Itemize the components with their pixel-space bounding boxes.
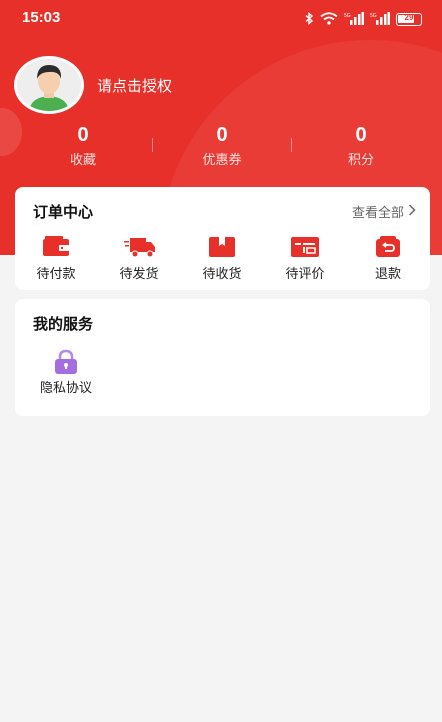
order-label: 待发货 [119,267,159,282]
avatar[interactable] [14,56,84,114]
battery-icon: 29 [396,13,422,26]
order-label: 待付款 [36,267,76,282]
stat-value: 0 [216,124,228,146]
services-card: 我的服务 隐私协议 [15,299,430,416]
stat-label: 收藏 [69,153,96,168]
svg-text:5G: 5G [370,13,377,19]
order-label: 退款 [374,267,401,282]
service-privacy-agreement[interactable]: 隐私协议 [33,349,99,396]
order-refund[interactable]: 退款 [355,235,421,282]
orders-card: 订单中心 查看全部 待付款 待发货 待收货 待评价 退款 [15,187,430,290]
review-icon [290,235,320,259]
stat-label: 积分 [347,153,374,168]
service-label: 隐私协议 [39,381,92,396]
stat-points[interactable]: 0 积分 [291,123,431,168]
stat-coupons[interactable]: 0 优惠券 [152,123,292,168]
divider [291,138,292,152]
order-pending-payment[interactable]: 待付款 [23,235,89,282]
order-pending-receipt[interactable]: 待收货 [189,235,255,282]
signal-icon: 5G [344,10,364,29]
view-all-label: 查看全部 [351,206,404,221]
battery-percent: 29 [404,13,414,22]
stat-value: 0 [355,124,367,146]
box-icon [207,235,237,259]
refund-icon [373,235,403,259]
view-all-orders-link[interactable]: 查看全部 [352,202,416,221]
username[interactable]: 请点击授权 [97,75,172,96]
wifi-icon [320,10,338,29]
order-pending-review[interactable]: 待评价 [272,235,338,282]
stat-value: 0 [77,124,89,146]
svg-text:5G: 5G [344,13,351,19]
truck-icon [124,235,155,259]
stats-row: 0 收藏 0 优惠券 0 积分 [0,123,442,169]
signal-icon: 5G [370,10,390,29]
order-label: 待收货 [202,267,242,282]
chevron-right-icon [408,203,416,220]
divider [152,138,153,152]
orders-title: 订单中心 [33,203,94,221]
bluetooth-icon [305,11,314,28]
order-label: 待评价 [285,267,325,282]
order-pending-shipment[interactable]: 待发货 [106,235,172,282]
status-icons: 5G 5G 29 [305,10,422,29]
status-bar: 15:03 5G 5G 29 [0,0,442,36]
lock-icon [51,349,81,374]
status-time: 15:03 [22,9,61,26]
stat-label: 优惠券 [202,153,242,168]
wallet-icon [41,235,71,259]
services-title: 我的服务 [33,315,94,333]
stat-favorites[interactable]: 0 收藏 [13,123,153,168]
